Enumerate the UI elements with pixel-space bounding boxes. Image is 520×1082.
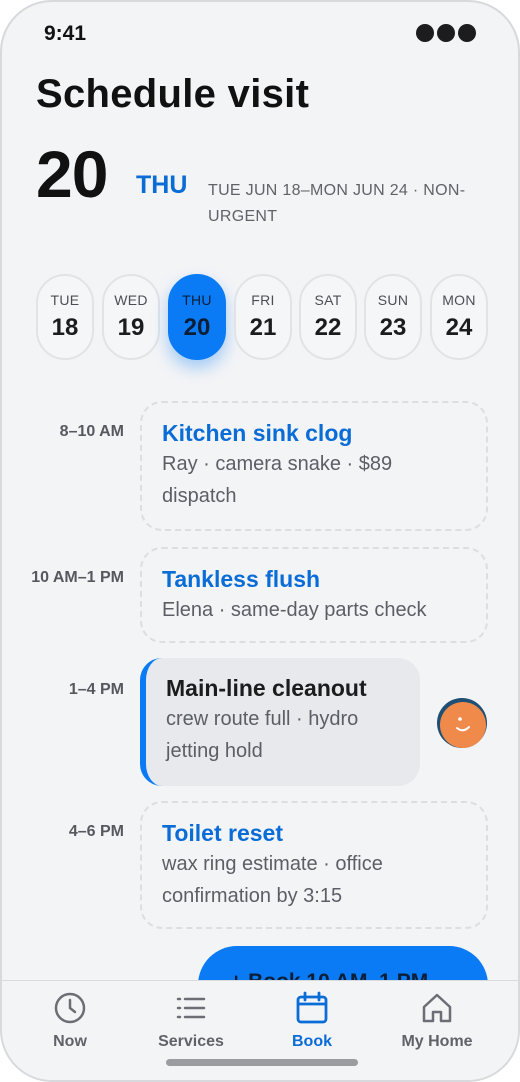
- slot-title: Toilet reset: [162, 820, 283, 846]
- day-pill-num: 23: [379, 314, 407, 341]
- slot-time: 10 AM–1 PM: [31, 569, 124, 586]
- day-pill-sun[interactable]: SUN 23: [364, 274, 422, 360]
- slot-time: 4–6 PM: [68, 823, 124, 840]
- slot-time: 8–10 AM: [59, 423, 124, 440]
- day-pill-dow: THU: [182, 292, 212, 308]
- day-pill-thu[interactable]: THU 20: [168, 274, 226, 360]
- day-pill-num: 19: [117, 314, 145, 341]
- day-pill-sat[interactable]: SAT 22: [299, 274, 357, 360]
- day-pill-wed[interactable]: WED 19: [102, 274, 160, 360]
- slot-title: Kitchen sink clog: [162, 420, 353, 446]
- day-pill-num: 22: [314, 314, 342, 341]
- day-pill-dow: SUN: [377, 292, 409, 308]
- slot-title: Main-line cleanout: [166, 675, 367, 701]
- slot-time: 1–4 PM: [68, 681, 124, 698]
- tab-label: Now: [53, 1033, 87, 1050]
- selected-date-number: 20: [36, 137, 108, 211]
- page-title: Schedule visit: [36, 72, 310, 116]
- day-pill-tue[interactable]: TUE 18: [36, 274, 94, 360]
- tab-now[interactable]: Now: [10, 991, 130, 1051]
- day-pill-num: 20: [183, 314, 211, 341]
- day-pill-dow: MON: [442, 292, 476, 308]
- slot-meta: Ray · camera snake · $89 dispatch: [162, 453, 393, 507]
- tab-my-home[interactable]: My Home: [377, 991, 497, 1051]
- house-icon: [422, 993, 452, 1023]
- tab-bar: Now Services Book My Home: [2, 980, 518, 1080]
- day-pill-num: 18: [51, 314, 79, 341]
- day-pill-num: 24: [445, 314, 473, 341]
- crew-avatar-icon: [437, 698, 487, 748]
- day-pill-dow: WED: [114, 292, 148, 308]
- slot-card-tankless-flush[interactable]: Tankless flush Elena · same-day parts ch…: [140, 547, 488, 643]
- slot-card-kitchen-sink-clog[interactable]: Kitchen sink clog Ray · camera snake · $…: [140, 401, 488, 531]
- selected-day-label: THU: [136, 171, 188, 199]
- tab-label: Services: [158, 1033, 224, 1050]
- slot-card-toilet-reset[interactable]: Toilet reset wax ring estimate · office …: [140, 801, 488, 929]
- status-time: 9:41: [44, 22, 87, 45]
- day-pill-num: 21: [249, 314, 277, 341]
- day-pill-fri[interactable]: FRI 21: [234, 274, 292, 360]
- clock-icon: [54, 992, 86, 1024]
- tab-label: My Home: [401, 1033, 473, 1050]
- list-icon: [176, 997, 206, 1019]
- phone-frame: 9:41 Schedule visit 20 THU TUE JUN 18–MO…: [0, 0, 520, 1082]
- calendar-icon: [296, 991, 328, 1024]
- slot-meta: crew route full · hydro jetting hold: [166, 708, 359, 762]
- tab-services[interactable]: Services: [131, 991, 251, 1051]
- tab-label: Book: [292, 1033, 332, 1050]
- slot-meta: Elena · same-day parts check: [162, 599, 427, 621]
- slot-title: Tankless flush: [162, 566, 321, 592]
- day-pill-dow: FRI: [251, 292, 275, 308]
- slot-meta: wax ring estimate · office confirmation …: [162, 853, 383, 907]
- slot-card-main-line-cleanout: Main-line cleanout crew route full · hyd…: [140, 658, 420, 786]
- home-indicator[interactable]: [166, 1059, 358, 1066]
- day-pill-dow: SAT: [314, 292, 342, 308]
- tab-book[interactable]: Book: [252, 991, 372, 1051]
- date-range-text: TUE JUN 18–MON JUN 24 · NON-URGENT: [208, 182, 466, 225]
- day-pill-mon[interactable]: MON 24: [430, 274, 488, 360]
- day-pill-dow: TUE: [50, 292, 80, 308]
- status-indicators-icon: [416, 24, 476, 42]
